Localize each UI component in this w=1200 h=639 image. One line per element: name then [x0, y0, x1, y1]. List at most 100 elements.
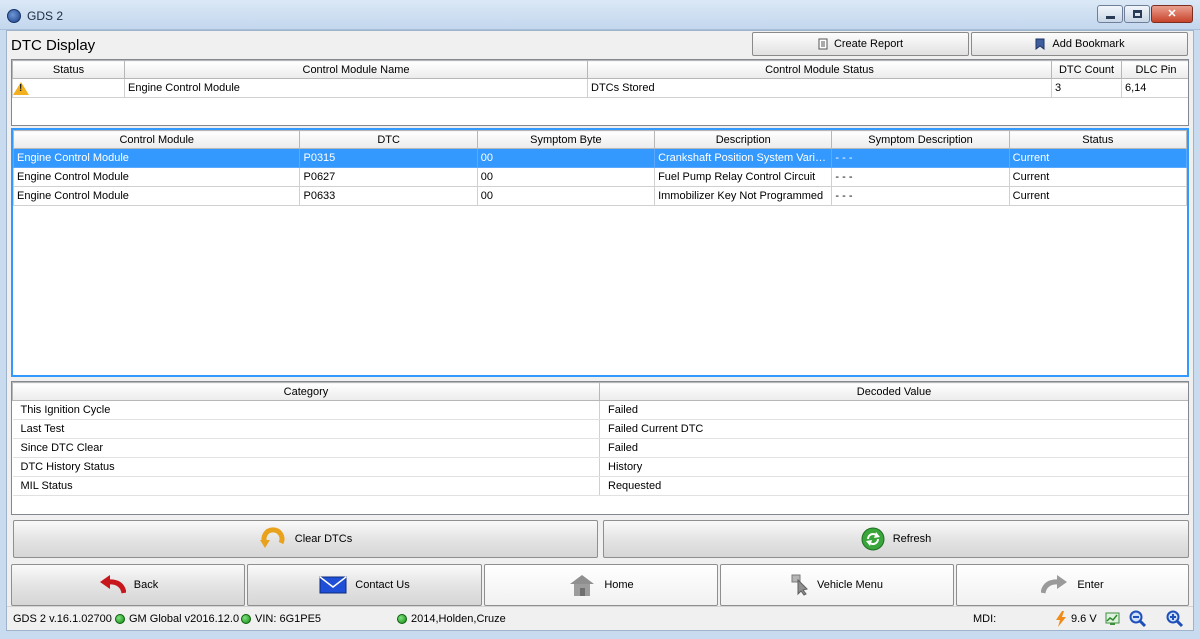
- report-icon: [818, 38, 828, 50]
- add-bookmark-label: Add Bookmark: [1052, 38, 1125, 50]
- dtc-count-cell: 3: [1051, 78, 1122, 98]
- column-dtc[interactable]: DTC: [299, 130, 478, 149]
- back-button[interactable]: Back: [11, 564, 245, 606]
- create-report-button[interactable]: Create Report: [752, 32, 969, 56]
- dtc-status-cell: Current: [1008, 186, 1187, 206]
- column-symptom-byte[interactable]: Symptom Byte: [476, 130, 656, 149]
- zoom-out-button[interactable]: [1129, 610, 1147, 628]
- dtc-description-cell: Crankshaft Position System Variat...: [654, 148, 833, 168]
- dtc-symptom-byte-cell: 00: [476, 167, 656, 187]
- table-row[interactable]: Last Test Failed Current DTC: [12, 419, 1188, 439]
- dtc-status-cell: Current: [1008, 148, 1187, 168]
- refresh-label: Refresh: [892, 533, 932, 545]
- column-decoded-value[interactable]: Decoded Value: [599, 382, 1188, 401]
- monitor-graph-icon: [1105, 612, 1120, 625]
- table-row[interactable]: Engine Control Module DTCs Stored 3 6,14: [12, 78, 1188, 98]
- table-row[interactable]: Since DTC Clear Failed: [12, 438, 1188, 458]
- status-vin: VIN: 6G1PE5: [241, 613, 321, 625]
- decoded-value-cell: Failed Current DTC: [599, 419, 1188, 439]
- status-led-icon: [397, 614, 407, 624]
- column-symptom-description[interactable]: Symptom Description: [831, 130, 1010, 149]
- status-voltage: 9.6 V: [1055, 611, 1121, 627]
- clear-dtcs-button[interactable]: Clear DTCs: [13, 520, 598, 558]
- decoded-value-cell: Failed: [599, 400, 1188, 420]
- zoom-in-button[interactable]: [1166, 610, 1184, 628]
- dtc-code-cell: P0633: [299, 186, 478, 206]
- table-row[interactable]: Engine Control Module P0627 00 Fuel Pump…: [13, 167, 1187, 187]
- maximize-button[interactable]: [1124, 5, 1150, 23]
- minimize-button[interactable]: [1097, 5, 1123, 23]
- mdi-text: MDI:: [973, 613, 997, 625]
- table-row[interactable]: Engine Control Module P0315 00 Crankshaf…: [13, 148, 1187, 168]
- table-row[interactable]: Engine Control Module P0633 00 Immobiliz…: [13, 186, 1187, 206]
- status-bar: GDS 2 v.16.1.02700 GM Global v2016.12.0 …: [7, 606, 1193, 630]
- column-control-module[interactable]: Control Module: [13, 130, 301, 149]
- decoded-value-cell: History: [599, 457, 1188, 477]
- column-status[interactable]: Status: [12, 60, 125, 79]
- column-description[interactable]: Description: [654, 130, 833, 149]
- dtc-symptom-description-cell: - - -: [831, 186, 1010, 206]
- dtc-symptom-description-cell: - - -: [831, 167, 1010, 187]
- back-label: Back: [133, 579, 159, 591]
- gds-logo-icon: [7, 9, 21, 23]
- refresh-icon: [861, 527, 885, 551]
- decoded-value-cell: Requested: [599, 476, 1188, 496]
- dtc-module-cell: Engine Control Module: [13, 148, 301, 168]
- voltage-text: 9.6 V: [1071, 613, 1097, 625]
- zoom-in-icon: [1166, 610, 1184, 628]
- add-bookmark-button[interactable]: Add Bookmark: [971, 32, 1188, 56]
- back-arrow-icon: [99, 575, 126, 594]
- clear-dtcs-label: Clear DTCs: [294, 533, 353, 545]
- row-status-cell: [12, 78, 125, 98]
- dtc-symptom-byte-cell: 00: [476, 148, 656, 168]
- zoom-out-icon: [1129, 610, 1147, 628]
- column-dlc-pin[interactable]: DLC Pin: [1121, 60, 1188, 79]
- window-titlebar: GDS 2 ✕: [0, 0, 1200, 30]
- contact-us-button[interactable]: Contact Us: [247, 564, 482, 606]
- close-button[interactable]: ✕: [1151, 5, 1193, 23]
- home-button[interactable]: Home: [484, 564, 718, 606]
- dlc-pin-cell: 6,14: [1121, 78, 1188, 98]
- dtc-description-cell: Fuel Pump Relay Control Circuit: [654, 167, 833, 187]
- table-row[interactable]: This Ignition Cycle Failed: [12, 400, 1188, 420]
- column-dtc-count[interactable]: DTC Count: [1051, 60, 1122, 79]
- dtc-status-cell: Current: [1008, 167, 1187, 187]
- cursor-pointer-icon: [791, 574, 808, 596]
- dtc-module-cell: Engine Control Module: [13, 186, 301, 206]
- app-client-area: DTC Display Create Report Add Bookmark S…: [6, 30, 1194, 631]
- decoded-value-table: Category Decoded Value This Ignition Cyc…: [11, 381, 1189, 515]
- vehicle-menu-label: Vehicle Menu: [816, 579, 884, 591]
- category-cell: Since DTC Clear: [12, 438, 600, 458]
- dtc-description-cell: Immobilizer Key Not Programmed: [654, 186, 833, 206]
- enter-button[interactable]: Enter: [956, 564, 1189, 606]
- enter-arrow-icon: [1041, 575, 1068, 594]
- module-table: Status Control Module Name Control Modul…: [11, 59, 1189, 126]
- column-control-module-name[interactable]: Control Module Name: [124, 60, 588, 79]
- dtc-module-cell: Engine Control Module: [13, 167, 301, 187]
- enter-label: Enter: [1077, 579, 1104, 591]
- vin-text: VIN: 6G1PE5: [255, 613, 322, 625]
- category-cell: Last Test: [12, 419, 600, 439]
- dtc-code-cell: P0627: [299, 167, 478, 187]
- status-mdi: MDI:: [973, 613, 996, 625]
- column-dtc-status[interactable]: Status: [1008, 130, 1187, 149]
- vehicle-text: 2014,Holden,Cruze: [411, 613, 506, 625]
- dtc-symptom-description-cell: - - -: [831, 148, 1010, 168]
- bookmark-icon: [1035, 38, 1045, 50]
- column-control-module-status[interactable]: Control Module Status: [587, 60, 1052, 79]
- close-icon: ✕: [1167, 8, 1177, 20]
- refresh-button[interactable]: Refresh: [603, 520, 1189, 558]
- lightning-bolt-icon: [1056, 611, 1066, 627]
- dtc-table[interactable]: Control Module DTC Symptom Byte Descript…: [11, 128, 1189, 377]
- table-row[interactable]: DTC History Status History: [12, 457, 1188, 477]
- window-controls: ✕: [1096, 5, 1193, 23]
- home-label: Home: [604, 579, 634, 591]
- category-cell: MIL Status: [12, 476, 600, 496]
- window-title: GDS 2: [27, 9, 64, 23]
- clear-dtcs-icon: [259, 527, 285, 548]
- table-row[interactable]: MIL Status Requested: [12, 476, 1188, 496]
- category-cell: This Ignition Cycle: [12, 400, 600, 420]
- column-category[interactable]: Category: [12, 382, 600, 401]
- create-report-label: Create Report: [833, 38, 904, 50]
- vehicle-menu-button[interactable]: Vehicle Menu: [720, 564, 954, 606]
